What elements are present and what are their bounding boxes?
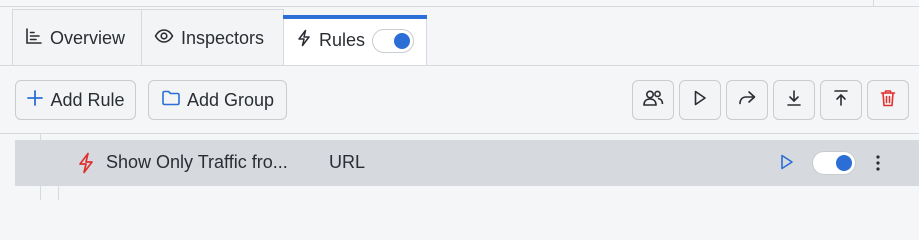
run-all-button[interactable] [679,80,721,120]
rule-name: Show Only Traffic fro... [106,152,288,172]
toggle-knob [394,32,410,49]
run-rule-button[interactable] [779,153,795,176]
rule-type: URL [329,152,366,172]
plus-icon [26,89,44,112]
bolt-icon [77,152,95,179]
kebab-icon [876,155,880,171]
users-icon [642,88,664,113]
play-icon [781,154,793,170]
share-icon [737,89,757,112]
toggle-knob [836,155,852,171]
bar-chart-icon [25,27,43,50]
add-group-button[interactable]: Add Group [148,80,287,120]
tab-inspectors[interactable]: Inspectors [141,9,284,66]
add-group-label: Add Group [186,89,275,110]
rule-enabled-toggle[interactable] [812,151,856,175]
active-tab-indicator [283,15,427,19]
tree-guide-line [58,186,59,200]
rules-enabled-toggle[interactable] [372,28,414,53]
rule-row[interactable]: Show Only Traffic fro... URL [15,140,919,186]
tab-inspectors-label: Inspectors [181,27,265,48]
share-button[interactable] [726,80,768,120]
download-button[interactable] [773,80,815,120]
tab-rules[interactable]: Rules [283,15,427,66]
tab-overview-label: Overview [50,27,126,48]
tab-overview[interactable]: Overview [12,9,142,66]
folder-icon [161,89,181,112]
upload-icon [832,89,850,112]
delete-button[interactable] [867,80,909,120]
add-rule-label: Add Rule [50,89,125,110]
users-button[interactable] [632,80,674,120]
upload-button[interactable] [820,80,862,120]
download-icon [785,89,803,112]
add-rule-button[interactable]: Add Rule [15,80,136,120]
play-icon [692,89,708,112]
trash-icon [879,88,897,113]
eye-icon [154,27,174,50]
tab-rules-label: Rules [319,30,366,50]
more-options-button[interactable] [875,153,881,178]
bolt-icon [296,29,312,52]
